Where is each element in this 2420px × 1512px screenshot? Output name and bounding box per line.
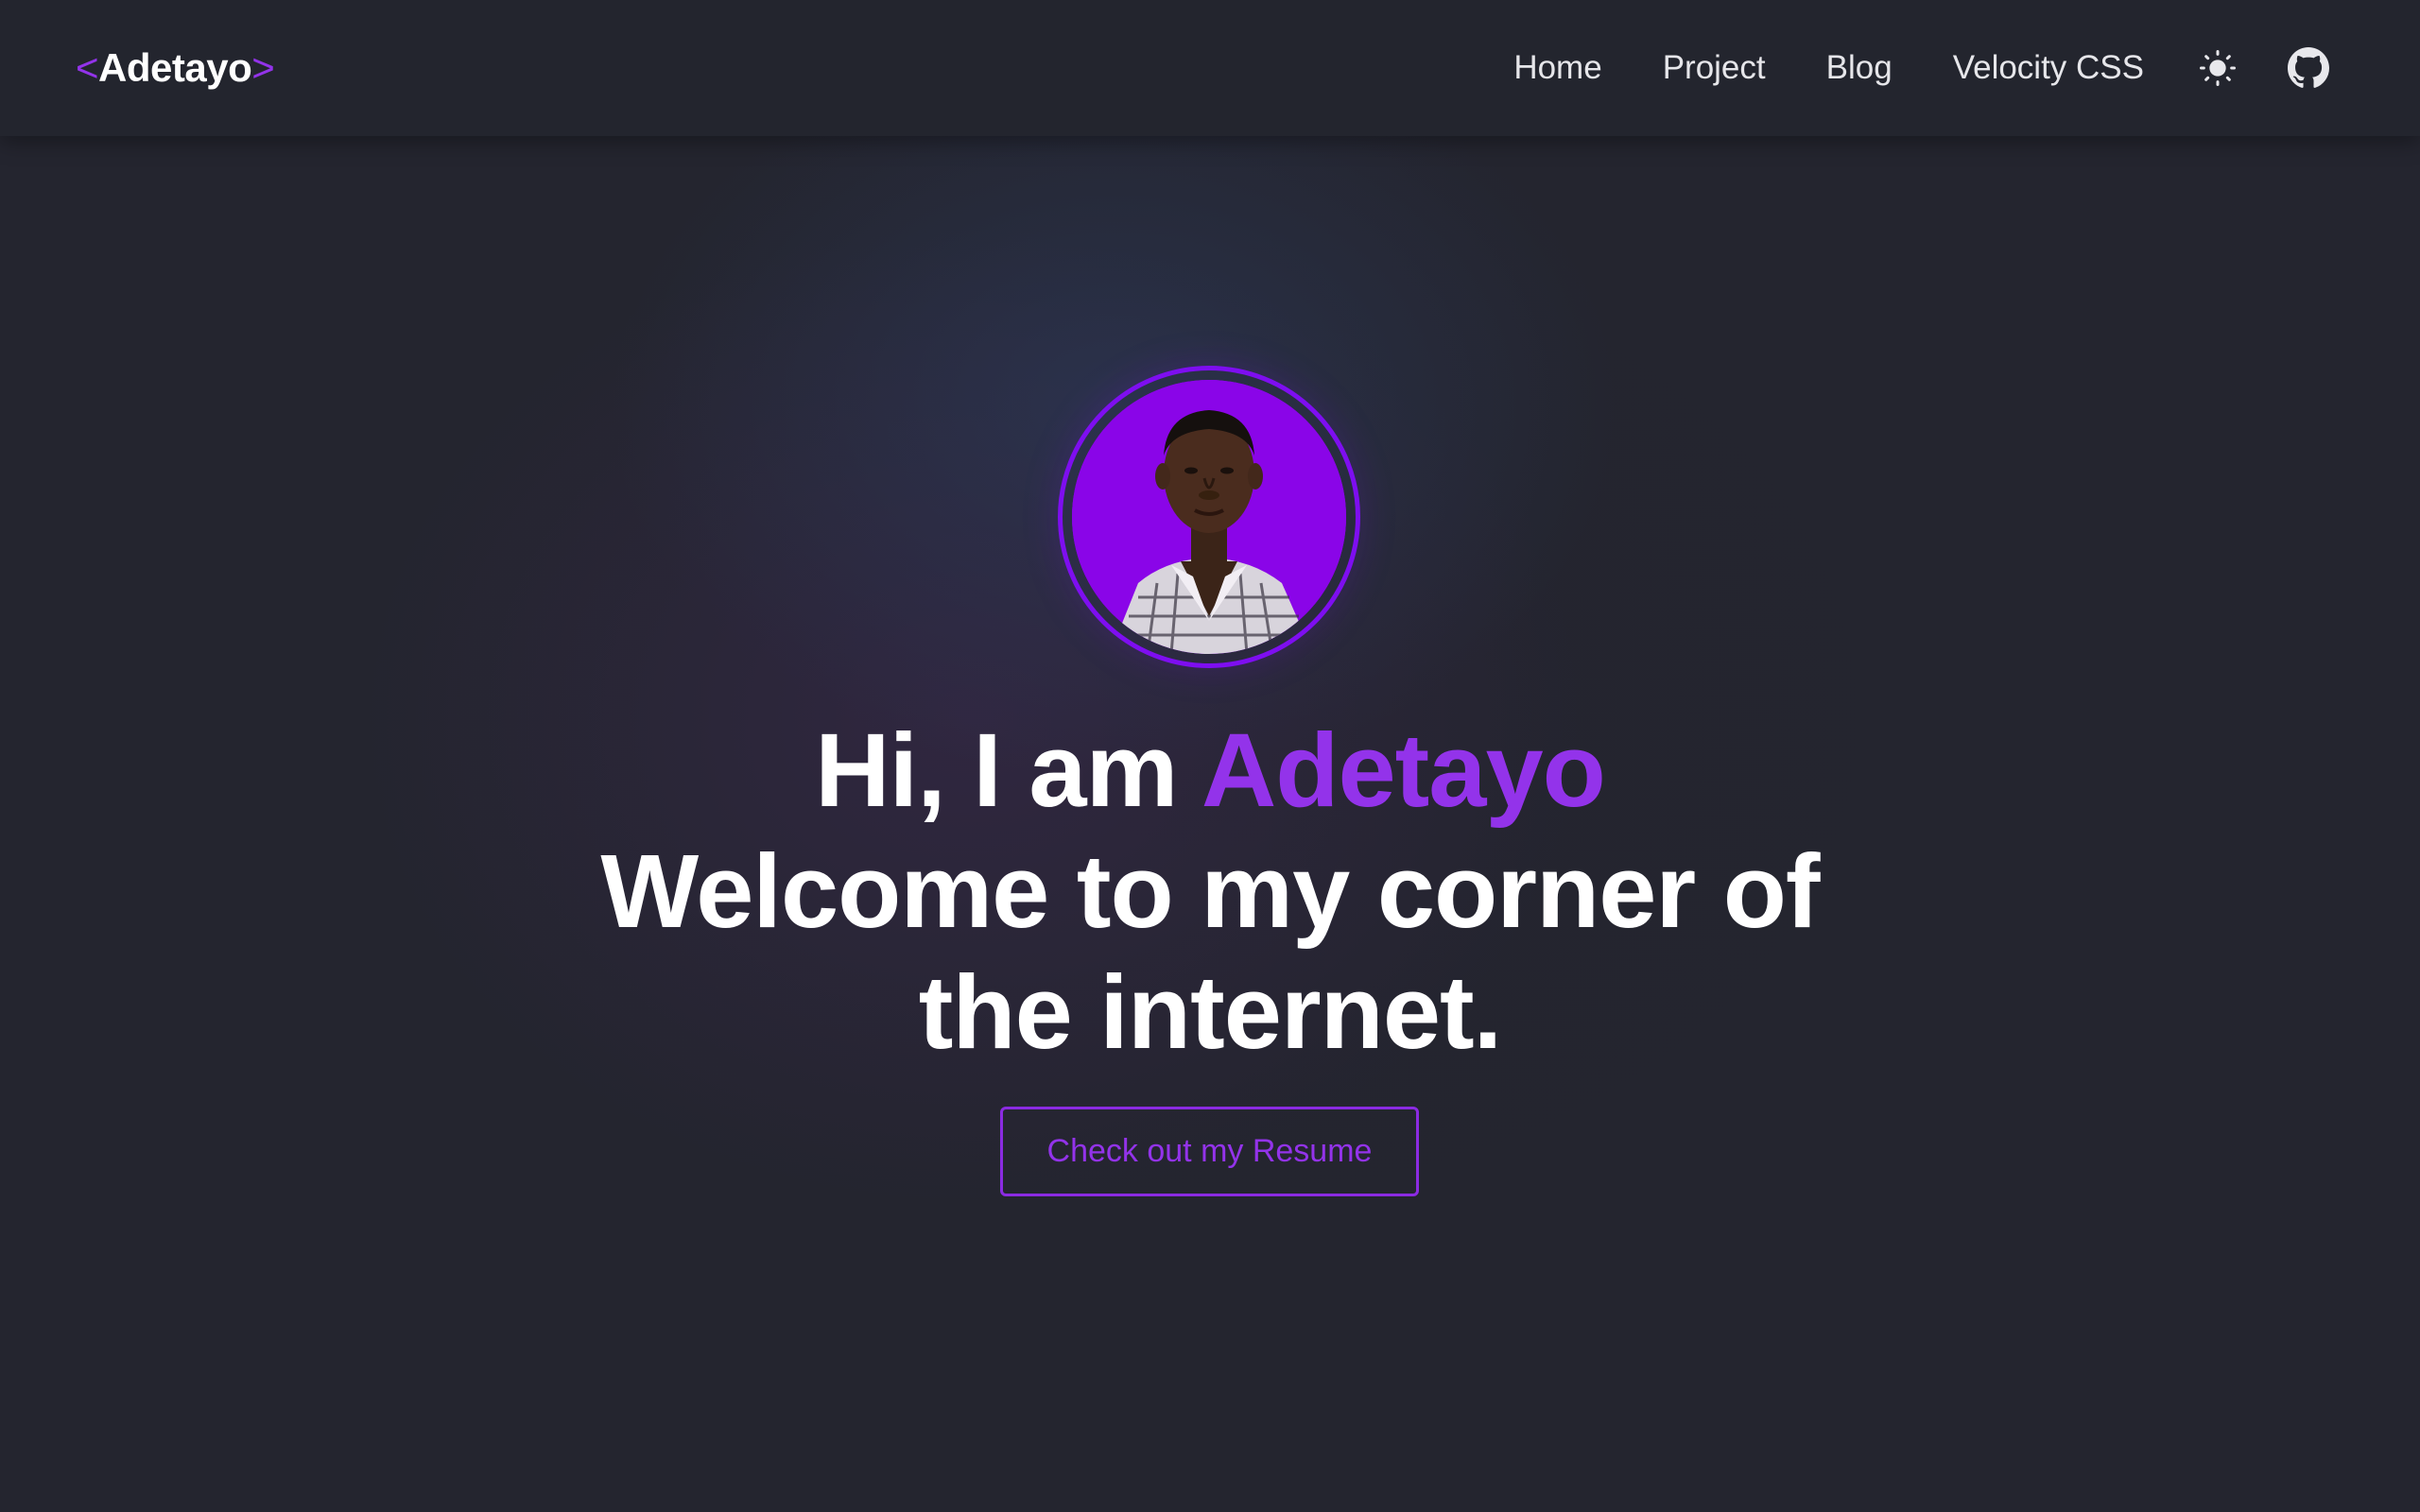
hero-tagline-line2: the internet. [918,954,1503,1071]
github-icon [2288,47,2329,88]
nav-link-project[interactable]: Project [1663,47,1766,89]
hero-greeting-line: Hi, I am Adetayo [0,711,2420,832]
theme-toggle-button[interactable] [2195,45,2240,91]
hero-tagline-line1: Welcome to my corner of [600,833,1820,950]
avatar [1072,380,1346,654]
logo-name: Adetayo [98,45,252,90]
nav-link-blog[interactable]: Blog [1826,47,1893,89]
nav-links: Home Project Blog Velocity CSS [1513,0,2420,136]
resume-button[interactable]: Check out my Resume [1000,1107,1419,1196]
avatar-ring [1058,366,1360,668]
github-link[interactable] [2286,45,2331,91]
hero-headline: Hi, I am Adetayo Welcome to my corner of… [0,711,2420,1074]
navbar: <Adetayo> Home Project Blog Velocity CSS [0,0,2420,136]
logo-close-bracket: > [251,45,275,90]
page: <Adetayo> Home Project Blog Velocity CSS [0,0,2420,1512]
nav-link-home[interactable]: Home [1513,47,1601,89]
site-logo[interactable]: <Adetayo> [76,42,275,94]
hero-section: Hi, I am Adetayo Welcome to my corner of… [0,136,2420,1512]
hero-greeting: Hi, I am [815,713,1201,829]
hero-name: Adetayo [1201,713,1606,829]
sun-icon [2200,50,2236,86]
nav-link-velocity-css[interactable]: Velocity CSS [1953,47,2144,89]
logo-open-bracket: < [76,45,99,90]
profile-photo [1072,380,1346,654]
